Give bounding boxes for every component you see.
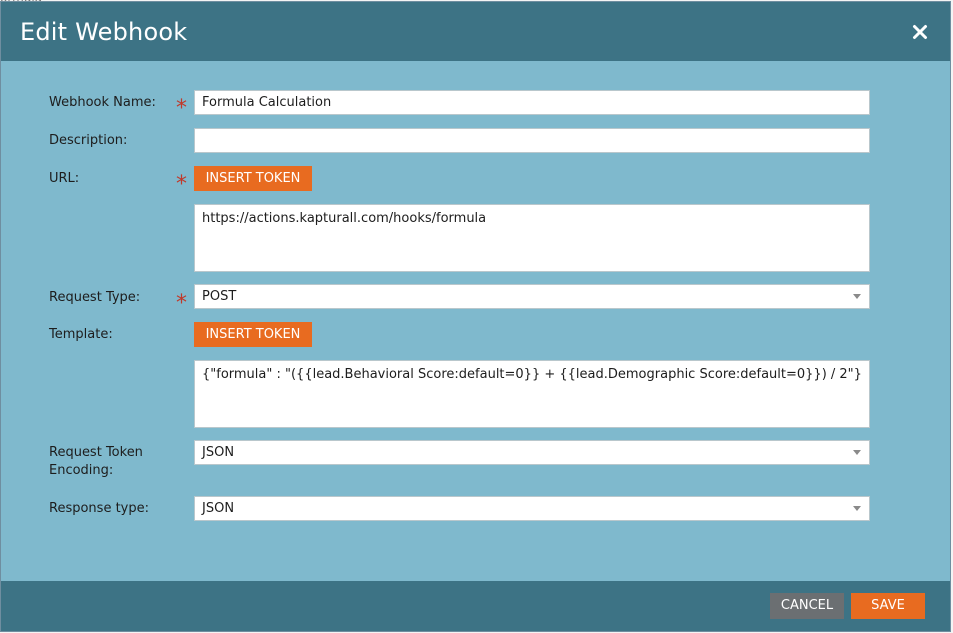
url-textarea[interactable]: https://actions.kapturall.com/hooks/form… <box>194 204 870 272</box>
webhook-name-input[interactable]: Formula Calculation <box>194 90 870 115</box>
dialog-footer: CANCEL SAVE <box>1 581 950 631</box>
template-insert-token-button[interactable]: INSERT TOKEN <box>194 322 312 347</box>
dialog-header: Edit Webhook <box>1 2 950 61</box>
dialog-title: Edit Webhook <box>20 18 188 46</box>
cancel-button[interactable]: CANCEL <box>770 593 844 619</box>
required-marker: * <box>176 96 187 121</box>
request-token-encoding-label-line2: Encoding: <box>49 463 114 478</box>
required-marker: * <box>176 291 187 316</box>
request-token-encoding-value: JSON <box>202 445 235 460</box>
edit-webhook-dialog: Edit Webhook Webhook Name: * Formula Cal… <box>0 1 951 632</box>
response-type-value: JSON <box>202 501 235 516</box>
request-type-value: POST <box>202 289 237 304</box>
required-marker: * <box>176 172 187 197</box>
request-token-encoding-select[interactable]: JSON <box>194 440 870 465</box>
save-button[interactable]: SAVE <box>851 593 925 619</box>
response-type-label: Response type: <box>49 501 149 516</box>
chevron-down-icon <box>853 450 861 455</box>
template-label: Template: <box>49 327 113 342</box>
request-token-encoding-label: Request Token Encoding: <box>49 444 143 480</box>
webhook-name-label: Webhook Name: <box>49 95 156 110</box>
request-token-encoding-label-line1: Request Token <box>49 445 143 460</box>
response-type-select[interactable]: JSON <box>194 496 870 521</box>
url-insert-token-button[interactable]: INSERT TOKEN <box>194 166 312 191</box>
description-label: Description: <box>49 133 128 148</box>
request-type-select[interactable]: POST <box>194 284 870 309</box>
description-input[interactable] <box>194 128 870 153</box>
chevron-down-icon <box>853 506 861 511</box>
url-label: URL: <box>49 171 80 186</box>
close-icon[interactable] <box>912 24 928 40</box>
template-textarea[interactable]: {"formula" : "({{lead.Behavioral Score:d… <box>194 360 870 428</box>
request-type-label: Request Type: <box>49 290 141 305</box>
chevron-down-icon <box>853 294 861 299</box>
